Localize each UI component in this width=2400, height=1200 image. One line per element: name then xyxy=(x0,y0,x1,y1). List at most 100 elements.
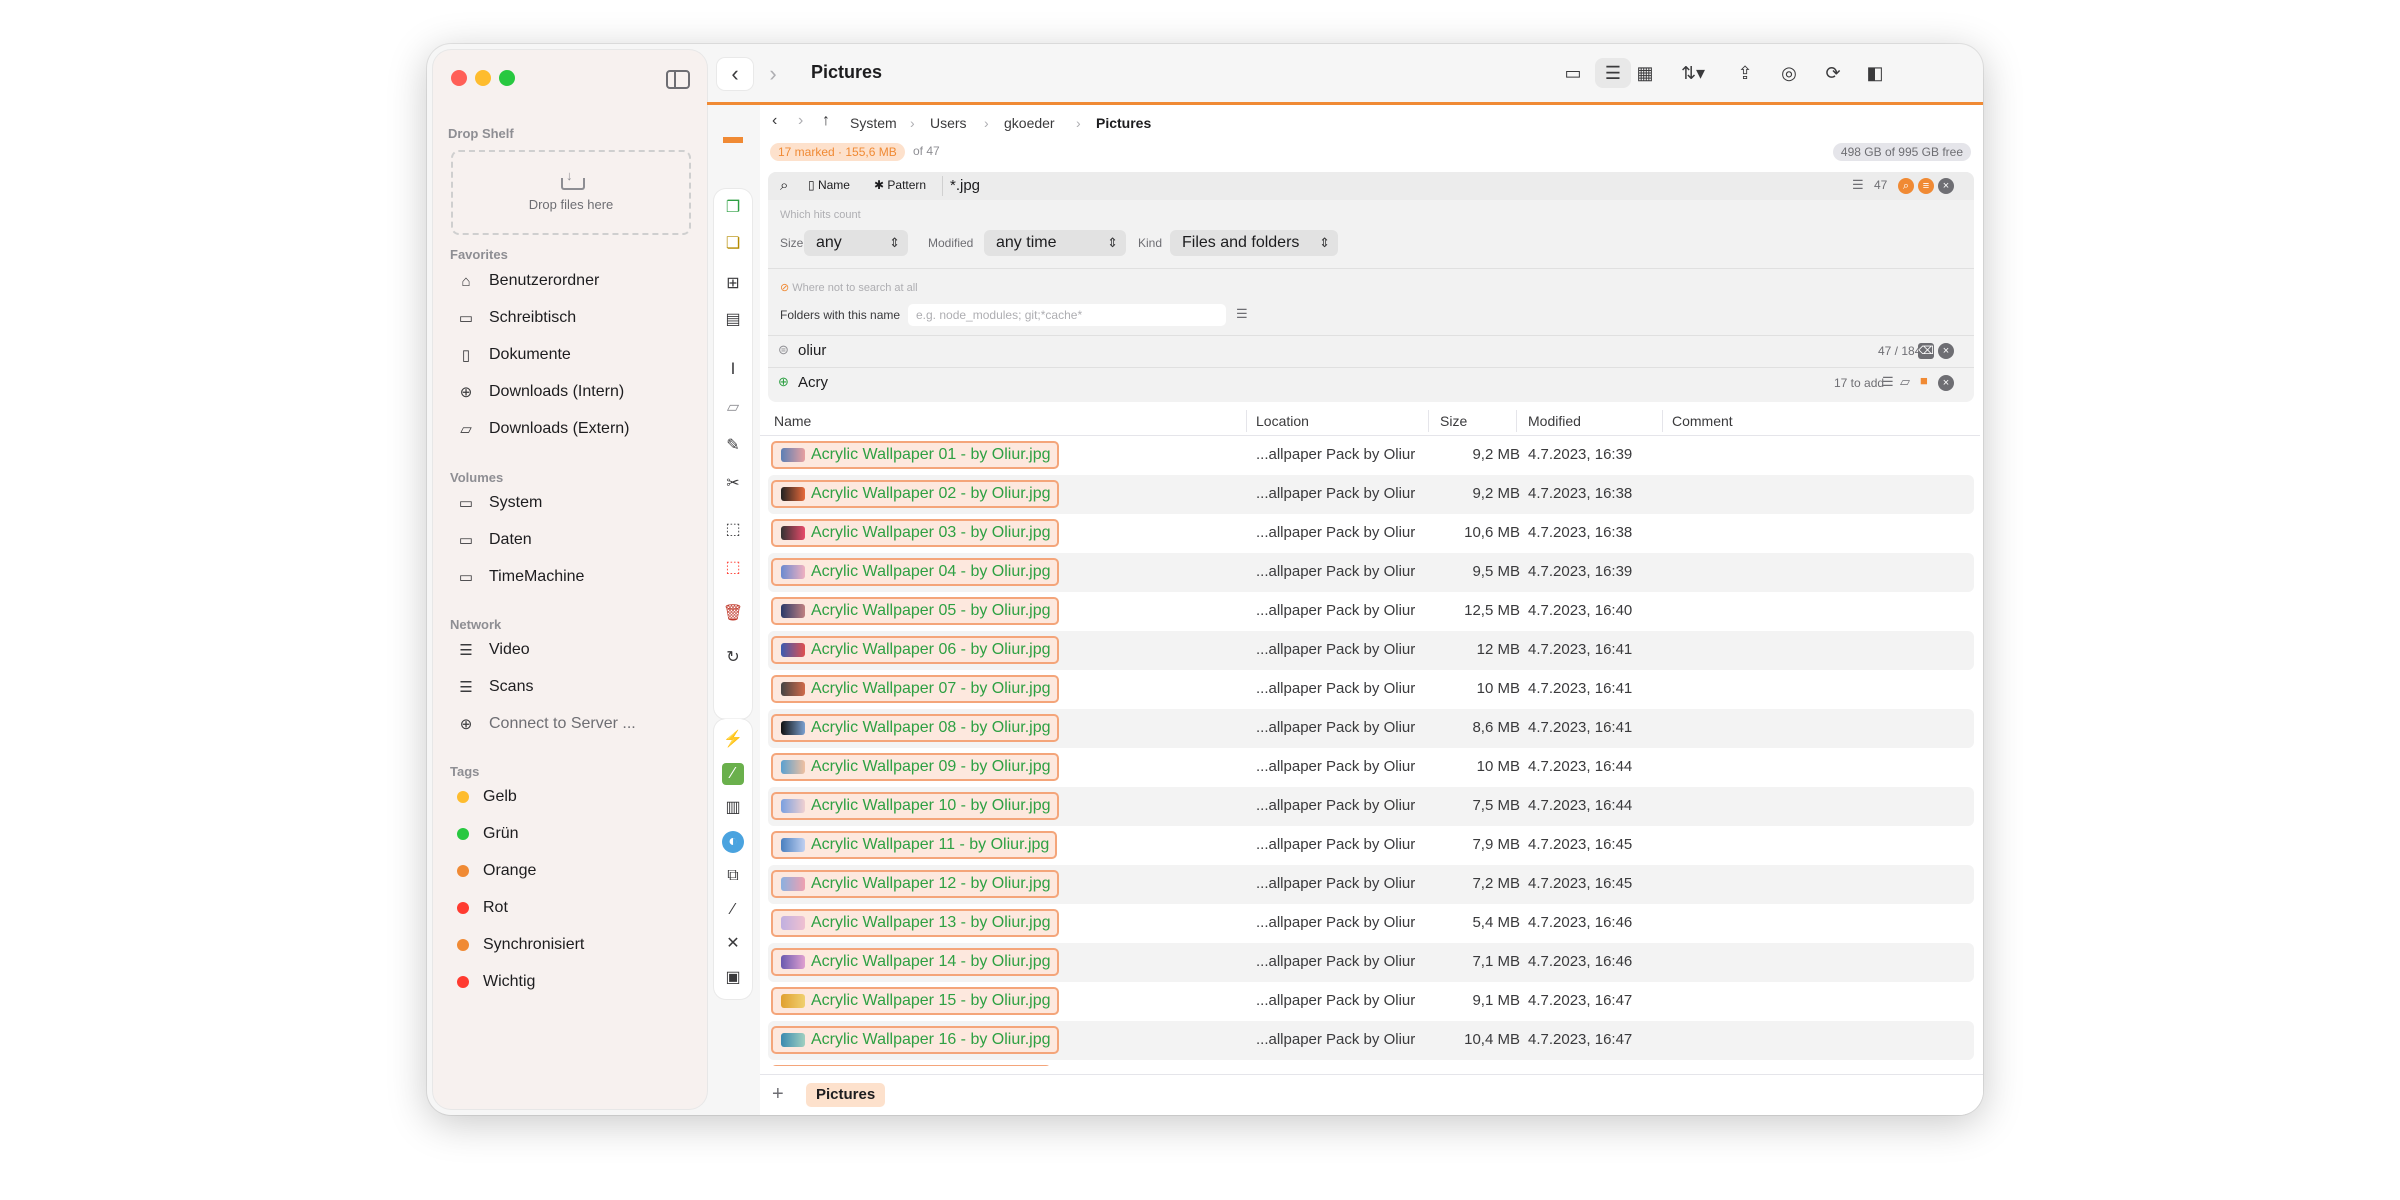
table-row[interactable]: Acrylic Wallpaper 07 - by Oliur.jpg ...al… xyxy=(768,670,1974,709)
briefcase-icon[interactable]: ■ xyxy=(1920,373,1928,388)
table-row[interactable]: Acrylic Wallpaper 13 - by Oliur.jpg ...al… xyxy=(768,904,1974,943)
file-name-cell[interactable]: Acrylic Wallpaper 02 - by Oliur.jpg xyxy=(771,480,1059,508)
file-name-cell[interactable]: Acrylic Wallpaper 09 - by Oliur.jpg xyxy=(771,753,1059,781)
list-icon[interactable]: ☰ xyxy=(1882,374,1894,390)
size-select[interactable]: any xyxy=(804,230,908,256)
sidebar-tag-gruen[interactable]: Grün xyxy=(455,821,519,847)
add-tab-button[interactable]: + xyxy=(772,1083,784,1106)
zoom-window-button[interactable] xyxy=(499,70,515,86)
table-row[interactable]: Acrylic Wallpaper 05 - by Oliur.jpg ...al… xyxy=(768,592,1974,631)
file-name-cell[interactable]: Acrylic Wallpaper 16 - by Oliur.jpg xyxy=(771,1026,1059,1054)
file-name-cell[interactable]: Acrylic Wallpaper 10 - by Oliur.jpg xyxy=(771,792,1059,820)
column-header-comment[interactable]: Comment xyxy=(1672,413,1733,429)
remove-filter-icon[interactable]: × xyxy=(1938,375,1954,391)
table-row[interactable]: Acrylic Wallpaper 14 - by Oliur.jpg ...al… xyxy=(768,943,1974,982)
breadcrumb-users[interactable]: Users xyxy=(930,115,967,131)
clear-filter-icon[interactable]: ⌫ xyxy=(1918,343,1934,359)
minimize-window-button[interactable] xyxy=(475,70,491,86)
column-header-location[interactable]: Location xyxy=(1256,413,1309,429)
table-row[interactable]: Acrylic Wallpaper 09 - by Oliur.jpg ...al… xyxy=(768,748,1974,787)
breadcrumb-back-icon[interactable]: ‹ xyxy=(772,112,777,130)
edit-icon[interactable]: ✎ xyxy=(722,435,744,457)
sidebar-item-schreibtisch[interactable]: ▭ Schreibtisch xyxy=(455,305,576,331)
wrench-icon[interactable]: ✕ xyxy=(722,933,744,955)
sync-button[interactable]: ⟳ xyxy=(1815,58,1851,88)
parent-folder-icon[interactable]: ↑ xyxy=(822,112,830,130)
table-row[interactable]: Acrylic Wallpaper 11 - by Oliur.jpg ...al… xyxy=(768,826,1974,865)
inspector-toggle[interactable]: ◧ xyxy=(1857,58,1893,88)
grid-view-button[interactable]: ▦ xyxy=(1627,58,1663,88)
folders-exclude-input[interactable]: e.g. node_modules; git;*cache* xyxy=(908,304,1226,326)
column-divider[interactable] xyxy=(1516,410,1517,432)
column-header-name[interactable]: Name xyxy=(774,413,811,429)
list-view-button[interactable]: ☰ xyxy=(1595,58,1631,88)
file-name-cell[interactable]: Acrylic Wallpaper 06 - by Oliur.jpg xyxy=(771,636,1059,664)
file-name-cell[interactable]: Acrylic Wallpaper 04 - by Oliur.jpg xyxy=(771,558,1059,586)
sidebar-item-system[interactable]: ▭ System xyxy=(455,490,542,516)
sidebar-item-daten[interactable]: ▭ Daten xyxy=(455,527,532,553)
refresh-icon[interactable]: ↻ xyxy=(722,647,744,669)
hidden-files-toggle[interactable]: ◎ xyxy=(1771,58,1807,88)
table-row[interactable]: Acrylic Wallpaper 06 - by Oliur.jpg ...al… xyxy=(768,631,1974,670)
tab-pictures[interactable]: Pictures xyxy=(806,1083,886,1107)
table-row[interactable] xyxy=(768,1060,1974,1066)
select-remove-icon[interactable]: ⬚ xyxy=(722,557,744,579)
tools-icon[interactable]: ✂ xyxy=(722,473,744,495)
move-file-icon[interactable]: ❏ xyxy=(722,233,744,255)
trash-icon[interactable]: 🗑 xyxy=(722,603,744,625)
close-search-icon[interactable]: × xyxy=(1938,178,1954,194)
search-option-icon[interactable]: ⌕ xyxy=(1898,178,1914,194)
sidebar-item-scans[interactable]: ☰ Scans xyxy=(455,674,533,700)
filter-row-oliur[interactable]: ⊜ oliur 47 / 184 ⌫ × xyxy=(768,335,1974,365)
column-header-modified[interactable]: Modified xyxy=(1528,413,1581,429)
sidebar-tag-rot[interactable]: Rot xyxy=(455,895,508,921)
sidebar-tag-synchronisiert[interactable]: Synchronisiert xyxy=(455,932,584,958)
image-icon[interactable]: ▣ xyxy=(722,967,744,989)
filter-acry-input[interactable]: Acry xyxy=(798,374,828,391)
sidebar-item-timemachine[interactable]: ▭ TimeMachine xyxy=(455,564,585,590)
chart-icon[interactable]: ▥ xyxy=(722,797,744,819)
file-name-cell[interactable]: Acrylic Wallpaper 08 - by Oliur.jpg xyxy=(771,714,1059,742)
file-name-cell[interactable]: Acrylic Wallpaper 12 - by Oliur.jpg xyxy=(771,870,1059,898)
table-row[interactable]: Acrylic Wallpaper 04 - by Oliur.jpg ...al… xyxy=(768,553,1974,592)
table-row[interactable]: Acrylic Wallpaper 08 - by Oliur.jpg ...al… xyxy=(768,709,1974,748)
file-name-cell[interactable]: Acrylic Wallpaper 15 - by Oliur.jpg xyxy=(771,987,1059,1015)
table-row[interactable]: Acrylic Wallpaper 01 - by Oliur.jpg ...al… xyxy=(768,436,1974,475)
rename-icon[interactable]: Ⅰ xyxy=(722,359,744,381)
name-option[interactable]: ▯ Name xyxy=(808,178,850,192)
file-name-cell[interactable]: Acrylic Wallpaper 05 - by Oliur.jpg xyxy=(771,597,1059,625)
breadcrumb-gkoeder[interactable]: gkoeder xyxy=(1004,115,1055,131)
duplicate-icon[interactable]: ⧉ xyxy=(722,865,744,887)
breadcrumb-system[interactable]: System xyxy=(850,115,897,131)
open-folder-icon[interactable]: ▱ xyxy=(722,397,744,419)
single-pane-view-button[interactable]: ▭ xyxy=(1555,58,1591,88)
file-name-cell[interactable]: Acrylic Wallpaper 07 - by Oliur.jpg xyxy=(771,675,1059,703)
table-row[interactable]: Acrylic Wallpaper 16 - by Oliur.jpg ...al… xyxy=(768,1021,1974,1060)
select-add-icon[interactable]: ⬚ xyxy=(722,519,744,541)
file-name-cell[interactable]: Acrylic Wallpaper 11 - by Oliur.jpg xyxy=(771,831,1058,859)
folder-icon[interactable]: ▱ xyxy=(1900,374,1910,390)
green-app-icon[interactable]: ⁄ xyxy=(722,763,744,785)
table-row[interactable]: Acrylic Wallpaper 15 - by Oliur.jpg ...al… xyxy=(768,982,1974,1021)
sidebar-item-video[interactable]: ☰ Video xyxy=(455,637,529,663)
close-window-button[interactable] xyxy=(451,70,467,86)
table-row[interactable]: Acrylic Wallpaper 10 - by Oliur.jpg ...al… xyxy=(768,787,1974,826)
forward-button[interactable]: › xyxy=(755,58,791,90)
file-name-cell[interactable] xyxy=(771,1065,1051,1066)
breadcrumb-forward-icon[interactable]: › xyxy=(798,112,803,130)
column-divider[interactable] xyxy=(1246,410,1247,432)
drop-shelf-area[interactable]: Drop files here xyxy=(451,150,691,235)
pattern-input[interactable]: *.jpg xyxy=(950,177,980,194)
lightning-icon[interactable]: ⚡ xyxy=(722,729,744,751)
sort-menu-button[interactable]: ⇅▾ xyxy=(1669,58,1717,88)
table-row[interactable]: Acrylic Wallpaper 03 - by Oliur.jpg ...al… xyxy=(768,514,1974,553)
folders-list-icon[interactable]: ☰ xyxy=(1236,306,1248,322)
sidebar-tag-orange[interactable]: Orange xyxy=(455,858,536,884)
blue-app-icon[interactable]: ◐ xyxy=(722,831,744,853)
file-name-cell[interactable]: Acrylic Wallpaper 13 - by Oliur.jpg xyxy=(771,909,1059,937)
back-button[interactable]: ‹ xyxy=(717,58,753,90)
new-item-icon[interactable]: ⊞ xyxy=(722,273,744,295)
sidebar-item-connect-to-server[interactable]: ⊕ Connect to Server ... xyxy=(455,711,636,737)
file-name-cell[interactable]: Acrylic Wallpaper 14 - by Oliur.jpg xyxy=(771,948,1059,976)
pattern-option[interactable]: ✱ Pattern xyxy=(874,178,926,192)
